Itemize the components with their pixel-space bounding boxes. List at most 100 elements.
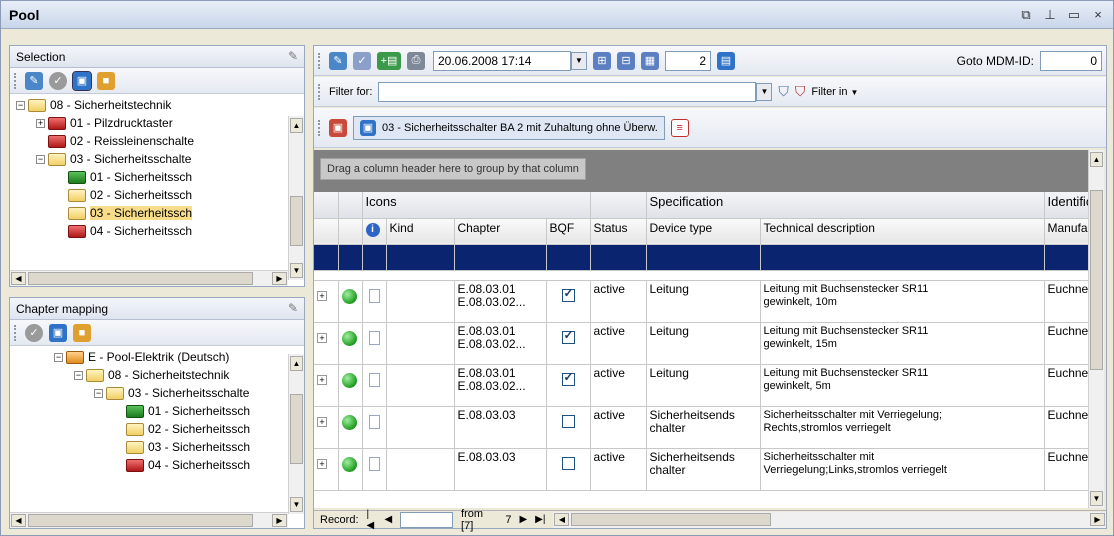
col-info[interactable]: i [362,218,387,245]
scroll-right-icon[interactable]: ▶ [1090,512,1105,526]
scroll-down-icon[interactable]: ▼ [290,497,303,512]
restore-window-icon[interactable]: ▭ [1067,7,1081,23]
col-kind[interactable]: Kind [386,218,455,245]
collapse-icon[interactable]: − [36,154,45,164]
page-icon[interactable]: ▤ [717,51,735,70]
tree-node[interactable]: − 08 - Sicherheitstechnik [16,96,304,114]
bqf-checkbox[interactable] [561,414,575,428]
add-column-icon[interactable]: ⊞ [593,51,611,70]
col-manufacturer[interactable]: Manufacturer [1044,218,1090,245]
filter-in-dropdown[interactable]: Filter in ▼ [811,86,858,98]
report-icon[interactable]: ≡ [670,118,689,137]
page-field[interactable]: 2 [665,50,711,71]
tree-node[interactable]: 01 - Sicherheitssch [54,402,304,420]
selection-hscrollbar[interactable]: ◀ ▶ [10,270,288,286]
pin-icon[interactable]: ✎ [288,49,298,63]
close-window-icon[interactable]: × [1091,7,1105,23]
col-status[interactable]: Status [590,218,647,245]
expand-icon[interactable]: + [317,458,327,469]
expand-cell[interactable]: + [314,406,339,449]
tree-node[interactable]: 03 - Sicherheitssch [54,438,304,456]
expand-icon[interactable]: + [317,416,327,427]
table-row[interactable]: + E.08.03.01E.08.03.02... activeLeitung Lei… [314,280,1090,323]
tree-node[interactable]: 04 - Sicherheitssch [54,456,304,474]
auto-filter-row[interactable] [314,244,1090,271]
edit-icon[interactable]: ✎ [25,71,43,90]
selection-vscrollbar[interactable]: ▲ ▼ [288,116,304,280]
hscroll-thumb[interactable] [28,272,253,285]
scroll-left-icon[interactable]: ◀ [11,272,26,285]
tree-node[interactable]: − 03 - Sicherheitsschalte [54,384,304,402]
table-row[interactable]: + E.08.03.03 active Sicherheitsends chalter S… [314,406,1090,449]
tree-node[interactable]: 02 - Reissleinenschalte [16,132,304,150]
table-row[interactable]: + E.08.03.01E.08.03.02... activeLeitung Lei… [314,322,1090,365]
goto-mdm-id-input[interactable]: 0 [1040,50,1102,71]
bqf-cell[interactable] [546,322,591,365]
bqf-cell[interactable] [546,406,591,449]
bqf-checkbox[interactable] [561,456,575,470]
record-input[interactable] [400,511,454,528]
bqf-checkbox[interactable] [561,287,575,302]
scroll-left-icon[interactable]: ◀ [11,514,26,527]
scroll-down-icon[interactable]: ▼ [290,263,303,278]
expand-cell[interactable]: + [314,322,339,365]
box-icon[interactable]: ■ [97,71,115,90]
float-window-icon[interactable]: ⧉ [1019,7,1033,23]
edit-icon[interactable]: ✎ [329,51,347,70]
expand-icon[interactable]: + [317,290,327,301]
bqf-checkbox[interactable] [561,371,575,386]
last-record-icon[interactable]: ▶| [535,514,545,525]
bqf-checkbox[interactable] [561,329,575,344]
clear-filter-icon[interactable]: ⛉ [795,83,806,100]
collapse-icon[interactable]: − [94,388,103,398]
col-chapter[interactable]: Chapter [454,218,547,245]
layout-icon[interactable]: ▦ [641,51,659,70]
next-record-icon[interactable]: ▶ [519,514,527,525]
bqf-cell[interactable] [546,364,591,407]
remove-filter-icon[interactable]: ▣ [329,118,347,137]
tree-node[interactable]: − E - Pool-Elektrik (Deutsch) [54,348,304,366]
collapse-icon[interactable]: − [54,352,63,362]
scroll-thumb[interactable] [1090,190,1103,370]
scroll-thumb[interactable] [290,394,303,464]
chapter-vscrollbar[interactable]: ▲ ▼ [288,354,304,514]
filter-input[interactable] [378,81,757,102]
scroll-right-icon[interactable]: ▶ [272,272,287,285]
breadcrumb[interactable]: ▣ 03 - Sicherheitsschalter BA 2 mit Zuha… [353,115,665,140]
hscroll-thumb[interactable] [28,514,253,527]
tree-node[interactable]: 01 - Sicherheitssch [16,168,304,186]
pin-icon[interactable]: ✎ [288,301,298,315]
check-icon[interactable]: ✓ [25,323,43,342]
table-row[interactable]: + E.08.03.03 active Sicherheitsends chalter S… [314,448,1090,491]
scroll-up-icon[interactable]: ▲ [290,118,303,133]
tree-node[interactable]: − 08 - Sicherheitstechnik [54,366,304,384]
expand-icon[interactable]: + [317,374,327,385]
expand-icon[interactable]: + [317,332,327,343]
band-icons[interactable]: Icons [362,192,591,219]
chevron-down-icon[interactable]: ▼ [571,51,587,70]
col-device-type[interactable]: Device type [646,218,761,245]
box-icon[interactable]: ■ [73,323,91,342]
collapse-icon[interactable]: − [74,370,83,380]
check-icon[interactable]: ✓ [49,71,67,90]
hscroll-thumb[interactable] [571,512,772,526]
first-record-icon[interactable]: |◀ [367,509,377,531]
export-excel-icon[interactable]: +▤ [377,51,401,70]
filter-icon[interactable]: ⛉ [778,83,789,100]
tree-node[interactable]: 02 - Sicherheitssch [54,420,304,438]
tree-node[interactable]: 03 - Sicherheitssch [16,204,304,222]
datetime-field[interactable]: 20.06.2008 17:14 [433,50,571,71]
expand-cell[interactable]: + [314,448,339,491]
scroll-thumb[interactable] [290,196,303,246]
bqf-cell[interactable] [546,448,591,491]
band-identification[interactable]: Identificatio [1044,192,1090,219]
pin-window-icon[interactable]: ⊥ [1043,7,1057,23]
remove-column-icon[interactable]: ⊟ [617,51,635,70]
prev-record-icon[interactable]: ◀ [385,514,393,525]
scroll-up-icon[interactable]: ▲ [290,356,303,371]
table-row[interactable]: + E.08.03.01E.08.03.02... activeLeitung Lei… [314,364,1090,407]
col-bqf[interactable]: BQF [546,218,591,245]
tree-node[interactable]: +01 - Pilzdrucktaster [16,114,304,132]
expand-cell[interactable]: + [314,280,339,323]
expand-cell[interactable]: + [314,364,339,407]
